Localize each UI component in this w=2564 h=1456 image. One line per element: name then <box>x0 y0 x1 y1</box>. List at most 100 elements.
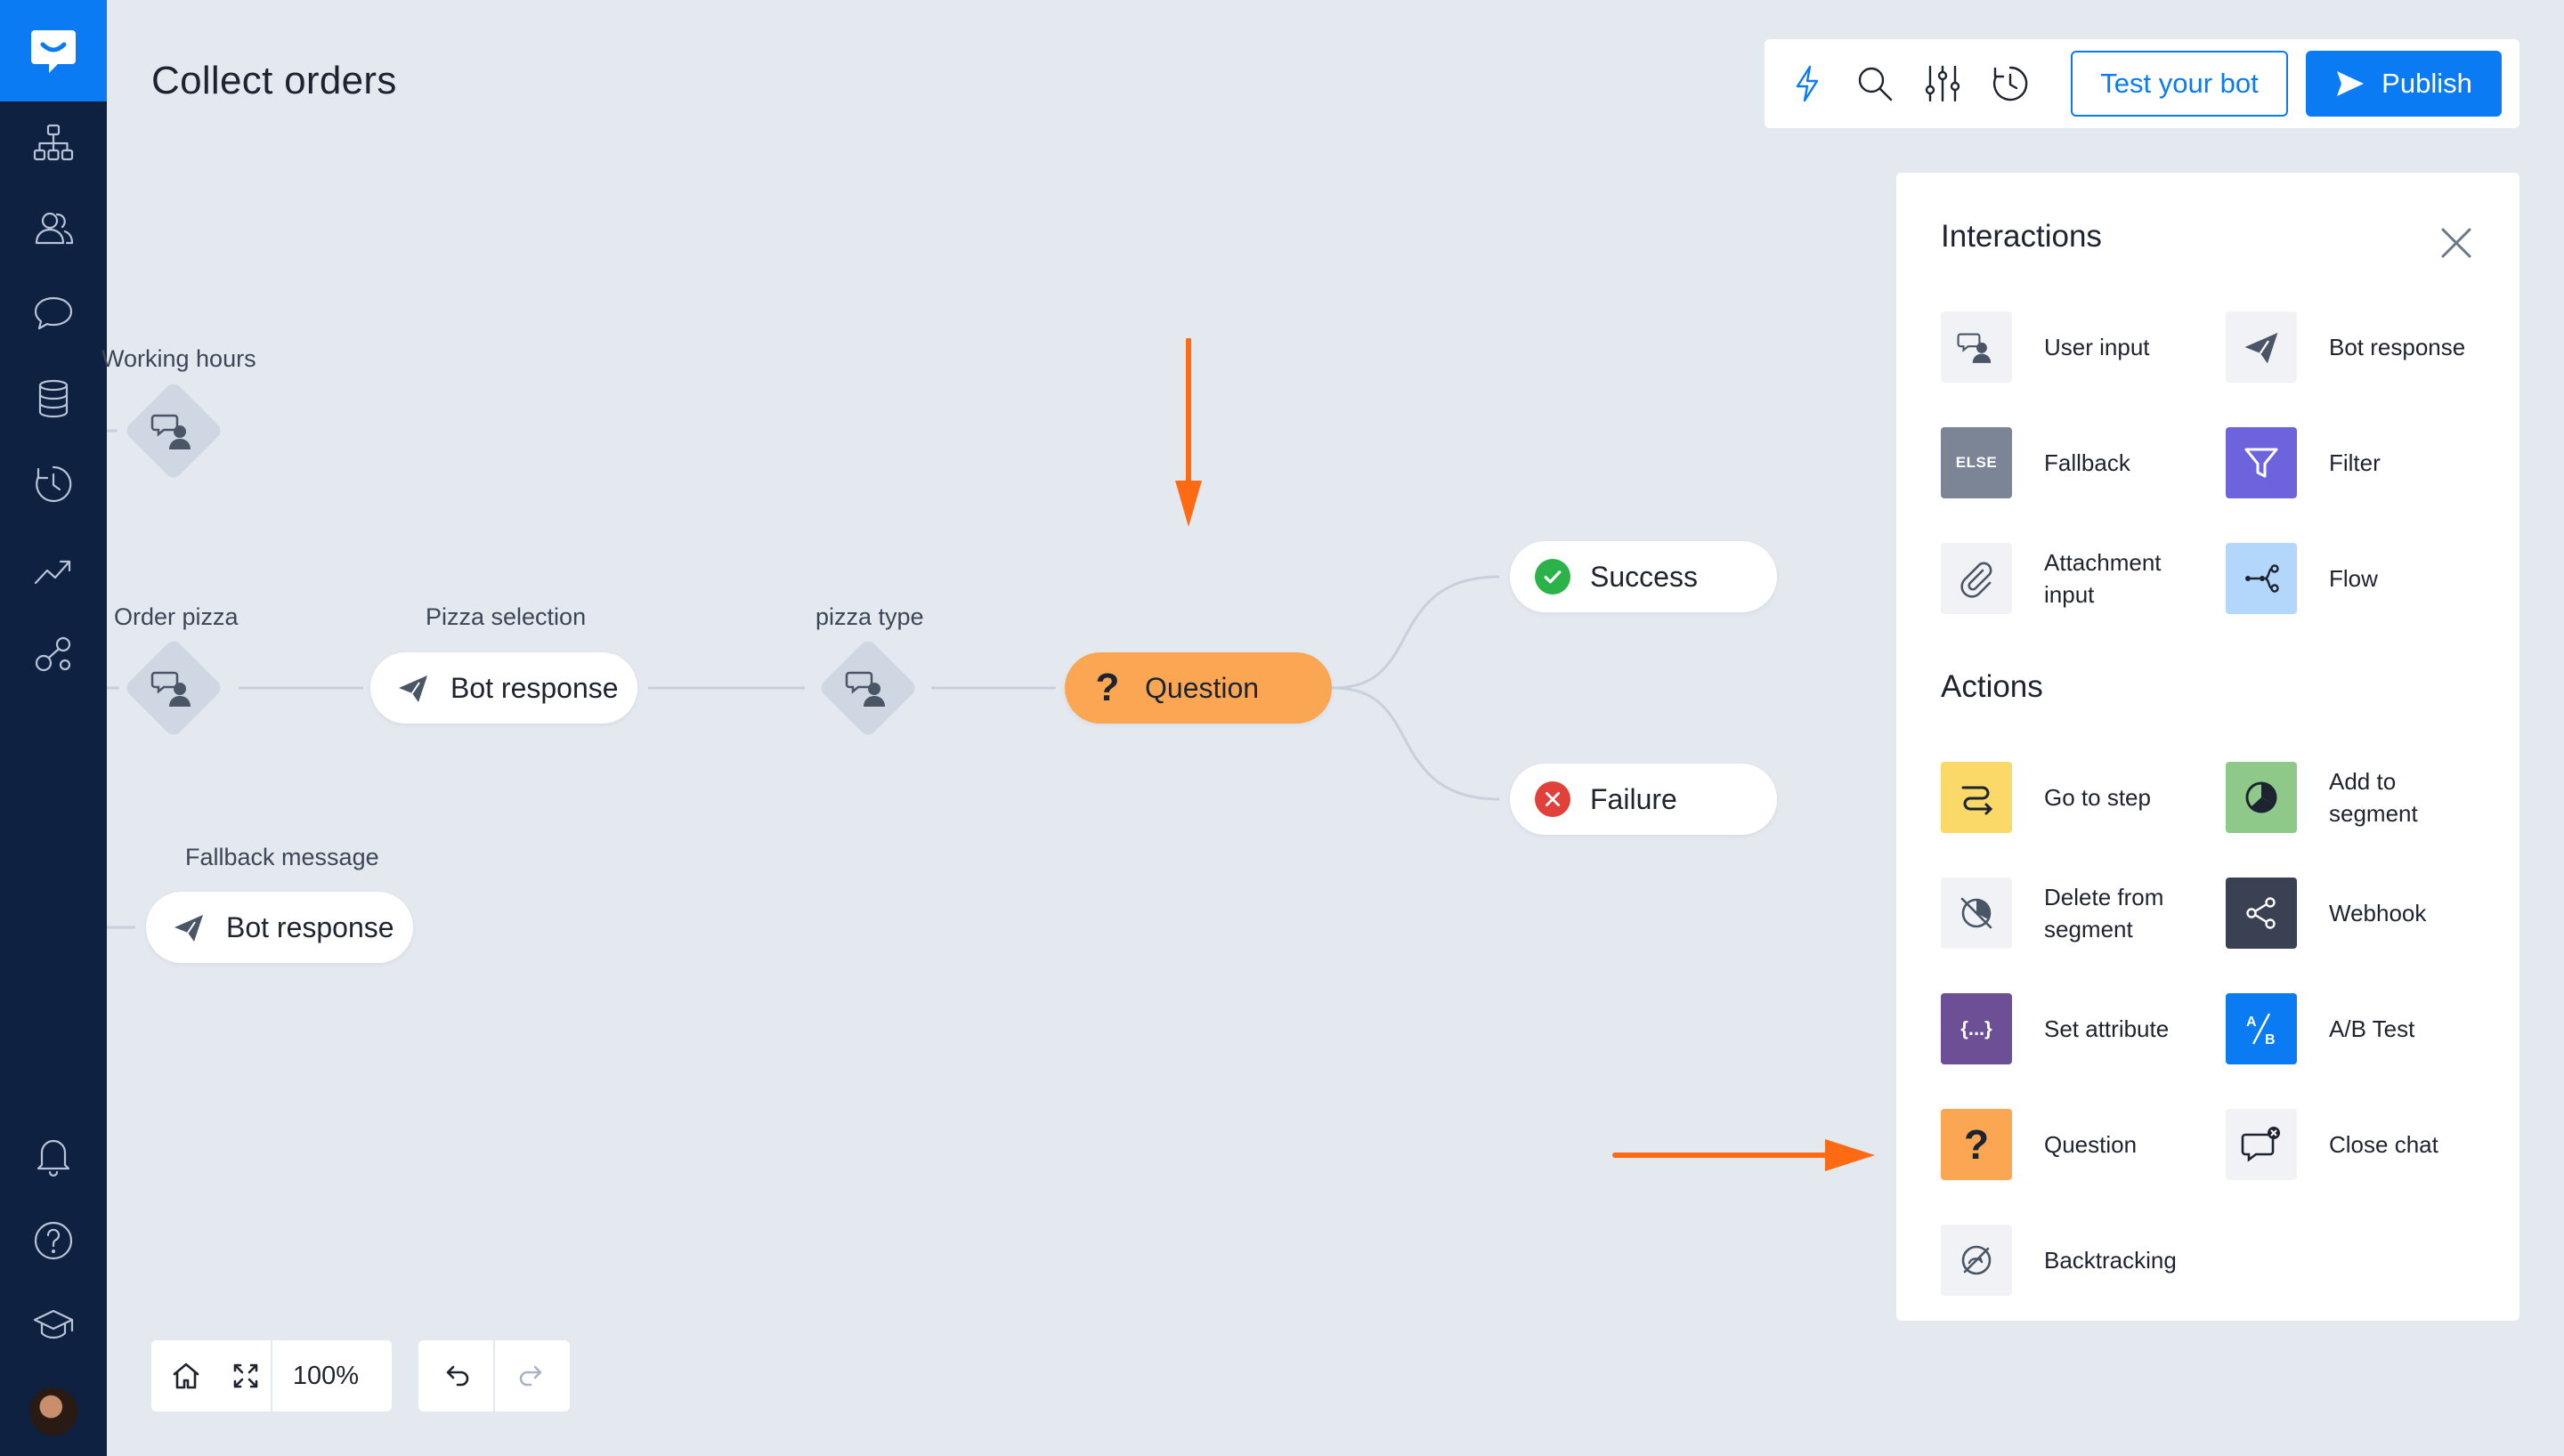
panel-item-label: Close chat <box>2329 1131 2438 1158</box>
ab-test-icon: AB <box>2246 1013 2276 1048</box>
segment-remove-icon <box>1960 897 1992 929</box>
canvas-connectors <box>107 429 1500 929</box>
send-icon <box>174 915 203 942</box>
check-icon <box>1535 559 1570 595</box>
bot-response-node-fallback[interactable]: Bot response <box>146 892 413 963</box>
interactions-heading: Interactions <box>1941 219 2102 254</box>
sliders-icon[interactable] <box>1918 59 1968 109</box>
user-input-icon <box>841 661 895 715</box>
chat-icon[interactable] <box>27 287 80 340</box>
zoom-level[interactable]: 100% <box>272 1340 379 1412</box>
panel-item-attachment-input[interactable]: Attachment input <box>1941 543 2226 614</box>
panel-item-user-input[interactable]: User input <box>1941 311 2226 383</box>
sidebar <box>0 0 107 1456</box>
tile-fallback: ELSE <box>1941 427 2012 498</box>
panel-item-close-chat[interactable]: Close chat <box>2226 1109 2511 1180</box>
annotation-arrow-right <box>1612 1139 1875 1171</box>
help-icon[interactable] <box>27 1214 80 1267</box>
node-text: Success <box>1590 560 1698 593</box>
user-input-icon <box>147 404 200 457</box>
panel-item-delete-from-segment[interactable]: Delete from segment <box>1941 878 2226 949</box>
history-icon[interactable] <box>1985 59 2035 109</box>
fullscreen-icon[interactable] <box>221 1340 271 1412</box>
panel-item-backtracking[interactable]: Backtracking <box>1941 1225 2226 1296</box>
tile-flow <box>2226 543 2297 614</box>
panel-item-flow[interactable]: Flow <box>2226 543 2511 614</box>
question-mark-icon: ? <box>1095 666 1120 709</box>
panel-item-question[interactable]: ? Question <box>1941 1109 2226 1180</box>
svg-text:A: A <box>2246 1015 2257 1030</box>
tile-bot-response <box>2226 311 2297 383</box>
svg-text:B: B <box>2265 1032 2276 1048</box>
send-icon <box>399 675 427 702</box>
actions-heading: Actions <box>1941 669 2043 704</box>
node-label-pizza-selection: Pizza selection <box>426 603 587 630</box>
view-controls: 100% <box>151 1340 392 1412</box>
app-logo[interactable] <box>0 0 107 101</box>
panel-item-label: Delete from segment <box>2044 884 2164 942</box>
question-mark-icon: ? <box>1963 1121 1990 1168</box>
go-to-step-icon <box>1961 786 1993 815</box>
panel-item-label: Filter <box>2329 449 2381 476</box>
home-icon[interactable] <box>151 1340 221 1412</box>
tile-user-input <box>1941 311 2012 383</box>
panel-item-label: A/B Test <box>2329 1015 2415 1042</box>
test-bot-button[interactable]: Test your bot <box>2071 51 2288 117</box>
redo-icon[interactable] <box>495 1340 570 1412</box>
panel-item-ab-test[interactable]: AB A/B Test <box>2226 993 2511 1064</box>
send-icon <box>2244 332 2278 364</box>
panel-item-go-to-step[interactable]: Go to step <box>1941 762 2226 833</box>
failure-node[interactable]: Failure <box>1510 764 1777 835</box>
close-icon <box>1535 781 1570 817</box>
tile-question: ? <box>1941 1109 2012 1180</box>
database-icon[interactable] <box>27 372 80 425</box>
panel-item-webhook[interactable]: Webhook <box>2226 878 2511 949</box>
flow-icon <box>2245 564 2279 593</box>
tile-close-chat <box>2226 1109 2297 1180</box>
close-chat-icon <box>2241 1127 2280 1162</box>
panel-item-fallback[interactable]: ELSE Fallback <box>1941 427 2226 498</box>
panel-item-label: Backtracking <box>2044 1247 2177 1274</box>
tile-add-to-segment <box>2226 762 2297 833</box>
question-node[interactable]: ? Question <box>1065 652 1332 724</box>
reports-icon[interactable] <box>27 543 80 596</box>
tile-webhook <box>2226 878 2297 949</box>
close-icon[interactable] <box>2434 221 2479 265</box>
integrations-icon[interactable] <box>27 628 80 682</box>
panel-item-label: Bot response <box>2329 334 2466 360</box>
panel-item-label: Question <box>2044 1131 2138 1158</box>
panel-item-set-attribute[interactable]: {...} Set attribute <box>1941 993 2226 1064</box>
segment-icon <box>2245 781 2277 813</box>
audience-icon[interactable] <box>27 201 80 255</box>
avatar[interactable] <box>27 1385 80 1438</box>
bot-response-node-pizza-selection[interactable]: Bot response <box>370 652 637 724</box>
panel-item-bot-response[interactable]: Bot response <box>2226 311 2511 383</box>
panel-item-label: Set attribute <box>2044 1015 2170 1042</box>
node-label-pizza-type: pizza type <box>815 603 924 630</box>
bell-icon[interactable] <box>27 1128 80 1182</box>
node-text: Bot response <box>226 910 394 943</box>
node-label-order-pizza: Order pizza <box>114 603 239 630</box>
send-icon <box>2337 71 2365 96</box>
panel-item-add-to-segment[interactable]: Add to segment <box>2226 762 2511 833</box>
panel-item-label: Webhook <box>2329 900 2427 926</box>
success-node[interactable]: Success <box>1510 541 1777 612</box>
else-icon: ELSE <box>1955 454 1998 471</box>
history-icon[interactable] <box>27 457 80 511</box>
tile-delete-from-segment <box>1941 878 2012 949</box>
publish-button[interactable]: Publish <box>2306 51 2502 117</box>
panel-item-label: User input <box>2044 334 2150 360</box>
stories-icon[interactable] <box>27 116 80 169</box>
tile-set-attribute: {...} <box>1941 993 2012 1064</box>
academy-icon[interactable] <box>27 1299 80 1353</box>
tile-go-to-step <box>1941 762 2012 833</box>
panel-item-filter[interactable]: Filter <box>2226 427 2511 498</box>
node-text: Bot response <box>450 671 619 704</box>
panel-item-label: Add to segment <box>2329 768 2418 827</box>
node-text: Question <box>1145 671 1260 704</box>
node-text: Failure <box>1590 782 1677 815</box>
undo-icon[interactable] <box>418 1340 493 1412</box>
tile-attachment <box>1941 543 2012 614</box>
tile-backtracking <box>1941 1225 2012 1296</box>
webhook-icon <box>2246 897 2276 929</box>
